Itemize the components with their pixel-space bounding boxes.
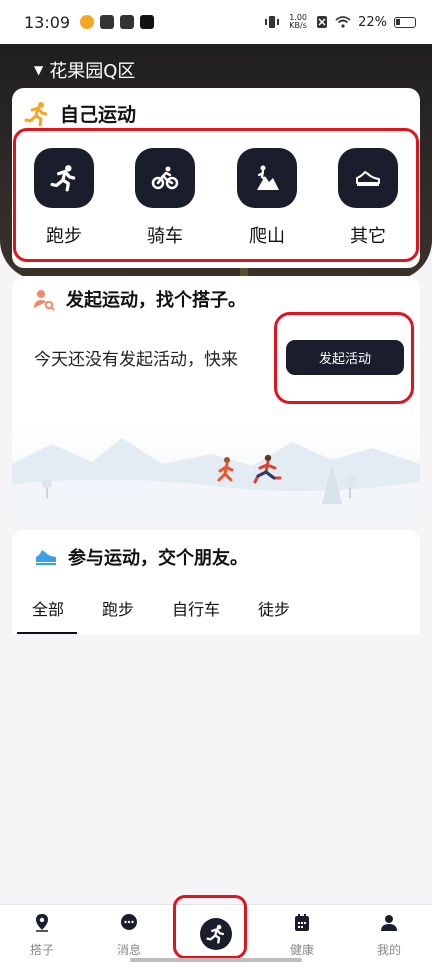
running-icon <box>24 101 48 126</box>
sport-label-hiking: 爬山 <box>249 226 285 247</box>
shoe-icon <box>36 550 56 565</box>
start-activity-button[interactable]: 发起活动 <box>286 340 404 375</box>
tab-all[interactable]: 全部 <box>32 596 64 620</box>
nav-item-profile[interactable]: 我的 <box>359 913 419 958</box>
tab-cycling[interactable]: 自行车 <box>172 596 220 620</box>
sport-item-hiking[interactable]: 爬山 <box>235 148 299 248</box>
nav-label-health: 健康 <box>289 943 314 957</box>
cycling-button[interactable] <box>135 148 195 208</box>
sport-item-other[interactable]: 其它 <box>336 148 400 248</box>
sim-off-icon <box>317 16 328 28</box>
sport-item-cycling[interactable]: 骑车 <box>133 148 197 248</box>
other-button[interactable] <box>338 148 398 208</box>
join-activity-header: 参与运动，交个朋友。 <box>34 544 248 570</box>
location-label: 花果园Q区 <box>49 61 136 82</box>
status-app-icons <box>80 15 155 29</box>
status-time: 13:09 <box>24 12 71 32</box>
nav-item-partner[interactable]: 搭子 <box>12 913 72 958</box>
triangle-down-icon: ▼ <box>34 63 44 77</box>
start-activity-title: 发起运动，找个搭子。 <box>66 290 246 311</box>
person-icon <box>381 915 397 931</box>
status-bar: 13:09 1.00 KB/s 22% <box>0 0 432 44</box>
location-selector[interactable]: ▼ 花果园Q区 <box>34 57 135 83</box>
nav-item-messages[interactable]: 消息 <box>99 913 159 958</box>
tab-running[interactable]: 跑步 <box>102 596 134 620</box>
cycling-icon <box>151 166 179 190</box>
join-activity-title: 参与运动，交个朋友。 <box>68 548 248 569</box>
nav-label-messages: 消息 <box>116 943 141 957</box>
start-activity-description: 今天还没有发起活动，快来 <box>34 350 238 370</box>
sport-label-cycling: 骑车 <box>147 226 183 247</box>
running-button[interactable] <box>34 148 94 208</box>
runners-illustration <box>12 424 420 518</box>
app-icon <box>100 15 115 29</box>
vibrate-icon <box>265 16 280 28</box>
weibo-icon <box>80 15 95 29</box>
wifi-icon <box>335 16 351 28</box>
sport-label-other: 其它 <box>350 226 386 247</box>
shoe-icon <box>356 171 380 186</box>
location-pin-icon <box>36 914 48 932</box>
tab-hiking[interactable]: 徒步 <box>258 596 290 620</box>
self-sport-card: 自己运动 跑步 骑车 爬山 其它 <box>12 88 420 268</box>
status-right: 1.00 KB/s 22% <box>264 14 416 30</box>
battery-icon <box>394 16 416 28</box>
nav-label-profile: 我的 <box>376 943 401 957</box>
start-activity-header: 发起运动，找个搭子。 <box>32 286 246 312</box>
join-activity-card: 参与运动，交个朋友。 全部 跑步 自行车 徒步 <box>12 530 420 634</box>
mail-icon <box>120 15 135 29</box>
self-sport-header: 自己运动 <box>24 100 136 127</box>
running-icon <box>206 924 225 944</box>
activity-tabs: 全部 跑步 自行车 徒步 <box>12 596 420 634</box>
net-speed-unit: KB/s <box>289 21 307 30</box>
chat-bubble-icon <box>121 914 137 930</box>
calendar-icon <box>295 914 309 931</box>
battery-percent: 22% <box>358 14 387 30</box>
hiking-icon <box>257 165 279 190</box>
tiktok-icon <box>140 15 155 29</box>
hiking-button[interactable] <box>237 148 297 208</box>
sport-label-running: 跑步 <box>46 226 82 247</box>
start-activity-card: 发起运动，找个搭子。 今天还没有发起活动，快来 发起活动 <box>12 276 420 518</box>
tab-underline <box>17 632 77 634</box>
nav-item-health[interactable]: 健康 <box>272 913 332 958</box>
net-speed: 1.00 KB/s <box>287 14 309 30</box>
home-indicator <box>130 958 302 962</box>
person-search-icon <box>34 290 55 311</box>
self-sport-title: 自己运动 <box>60 104 137 126</box>
center-sport-button[interactable] <box>200 918 232 950</box>
nav-label-partner: 搭子 <box>29 943 54 957</box>
sport-item-running[interactable]: 跑步 <box>32 148 96 248</box>
running-icon <box>50 165 76 192</box>
